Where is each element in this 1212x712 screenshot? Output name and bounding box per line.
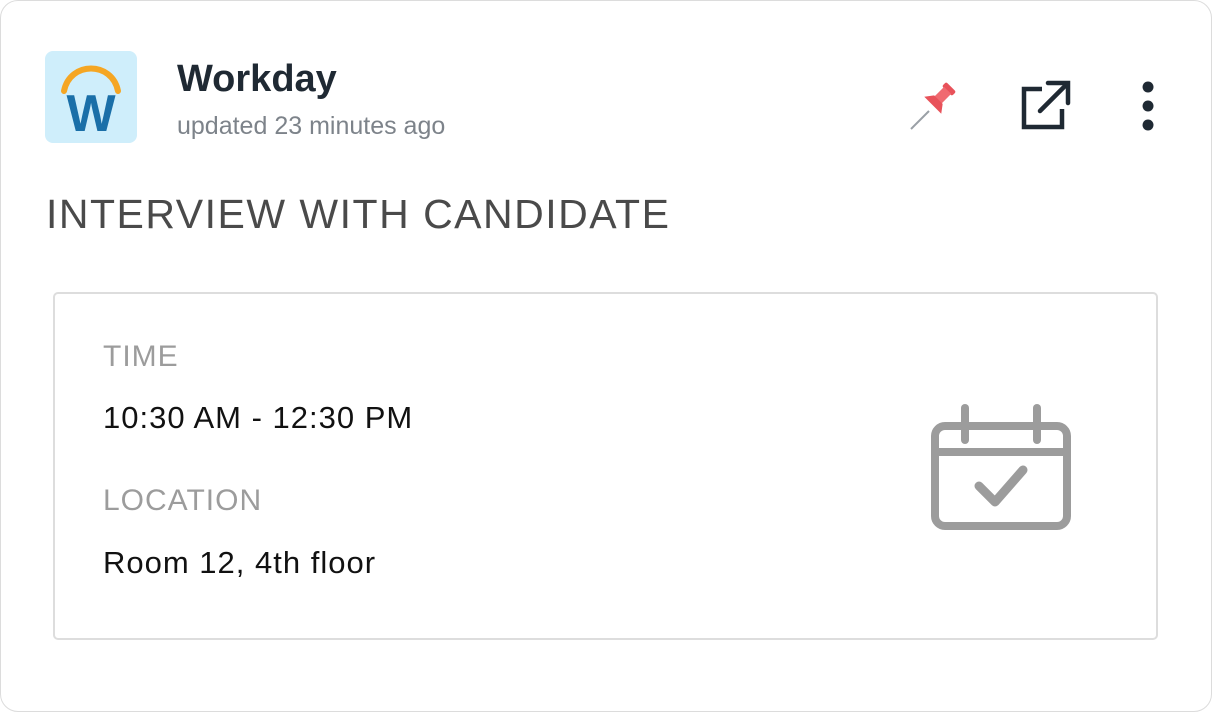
workday-logo: W xyxy=(45,51,137,143)
time-label: TIME xyxy=(103,340,179,373)
more-options-button[interactable] xyxy=(1117,75,1177,135)
notification-card: W Workday updated 23 minutes ago INTERVI… xyxy=(0,0,1212,712)
more-vertical-icon xyxy=(1142,81,1154,131)
location-label: LOCATION xyxy=(103,484,263,517)
pin-button[interactable] xyxy=(903,75,963,135)
time-value: 10:30 AM - 12:30 PM xyxy=(103,400,414,435)
logo-letter: W xyxy=(66,85,116,143)
pushpin-icon xyxy=(910,82,956,130)
calendar-check-icon xyxy=(931,404,1071,530)
event-details-box: TIME 10:30 AM - 12:30 PM LOCATION Room 1… xyxy=(53,292,1158,640)
open-external-button[interactable] xyxy=(1014,75,1074,135)
external-link-icon xyxy=(1021,80,1071,130)
event-title: INTERVIEW WITH CANDIDATE xyxy=(46,191,671,237)
location-value: Room 12, 4th floor xyxy=(103,545,377,580)
app-name: Workday xyxy=(177,58,337,100)
updated-timestamp: updated 23 minutes ago xyxy=(177,112,446,140)
